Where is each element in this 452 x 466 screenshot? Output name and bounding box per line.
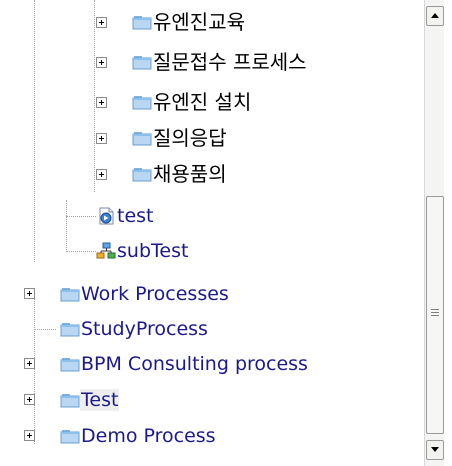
expand-toggle[interactable] [96,133,107,144]
subprocess-icon [96,242,116,260]
tree-node-subtest[interactable]: subTest [96,239,189,263]
scroll-up-button[interactable] [426,6,444,26]
arrow-down-icon [431,447,439,452]
tree-node-folder[interactable]: 질의응답 [132,126,228,150]
process-definition-icon [96,207,116,225]
leaf-connector-vertical [66,200,67,252]
process-tree: 유엔진교육 질문접수 프로세스 유엔진 설치 질의응답 채용품의 test su… [0,0,424,466]
expand-toggle[interactable] [24,394,35,405]
folder-icon [60,320,80,338]
tree-node-folder[interactable]: 채용품의 [132,162,228,186]
tree-node-folder[interactable]: 유엔진교육 [132,10,246,34]
folder-icon [60,285,80,303]
tree-node-bpm-consulting[interactable]: BPM Consulting process [60,352,309,376]
arrow-up-icon [431,13,439,18]
tree-node-label: BPM Consulting process [81,353,308,375]
tree-node-label: 유엔진 설치 [153,90,252,114]
root-connector-line [34,0,35,262]
tree-node-work-processes[interactable]: Work Processes [60,282,230,306]
leaf-connector [34,329,56,330]
folder-icon [132,53,152,71]
folder-icon [132,93,152,111]
vertical-scrollbar[interactable] [424,0,444,466]
tree-node-label: StudyProcess [81,318,208,340]
scroll-down-button[interactable] [426,440,444,460]
expand-toggle[interactable] [96,57,107,68]
folder-icon [132,129,152,147]
folder-icon [60,391,80,409]
expand-toggle[interactable] [24,288,35,299]
folder-icon [60,427,80,445]
expand-toggle[interactable] [96,97,107,108]
grip-line [431,312,439,313]
tree-node-label: 질문접수 프로세스 [153,50,307,74]
folder-icon [132,13,152,31]
scrollbar-thumb[interactable] [426,196,444,434]
tree-node-demo-process[interactable]: Demo Process [60,424,217,448]
grip-line [431,309,439,310]
expand-toggle[interactable] [24,358,35,369]
tree-node-folder[interactable]: 유엔진 설치 [132,90,252,114]
tree-node-test[interactable]: test [96,204,155,228]
expand-toggle[interactable] [96,169,107,180]
tree-node-label: Work Processes [81,283,229,305]
tree-node-label: subTest [117,240,189,262]
leaf-connector [66,216,96,217]
tree-node-label: 유엔진교육 [153,10,245,34]
tree-node-label: test [117,205,154,227]
child-connector-line [94,0,95,192]
tree-node-label: Demo Process [81,425,216,447]
tree-node-studyprocess[interactable]: StudyProcess [60,317,209,341]
tree-node-label: Test [80,389,120,411]
tree-node-label: 채용품의 [153,162,227,186]
tree-node-label: 질의응답 [153,126,227,150]
root-connector-line-lower [34,294,35,444]
tree-node-folder[interactable]: 질문접수 프로세스 [132,50,308,74]
expand-toggle[interactable] [24,430,35,441]
folder-icon [60,355,80,373]
leaf-connector [66,251,96,252]
grip-line [431,315,439,316]
tree-node-test-folder[interactable]: Test [60,388,120,412]
folder-icon [132,165,152,183]
expand-toggle[interactable] [96,17,107,28]
